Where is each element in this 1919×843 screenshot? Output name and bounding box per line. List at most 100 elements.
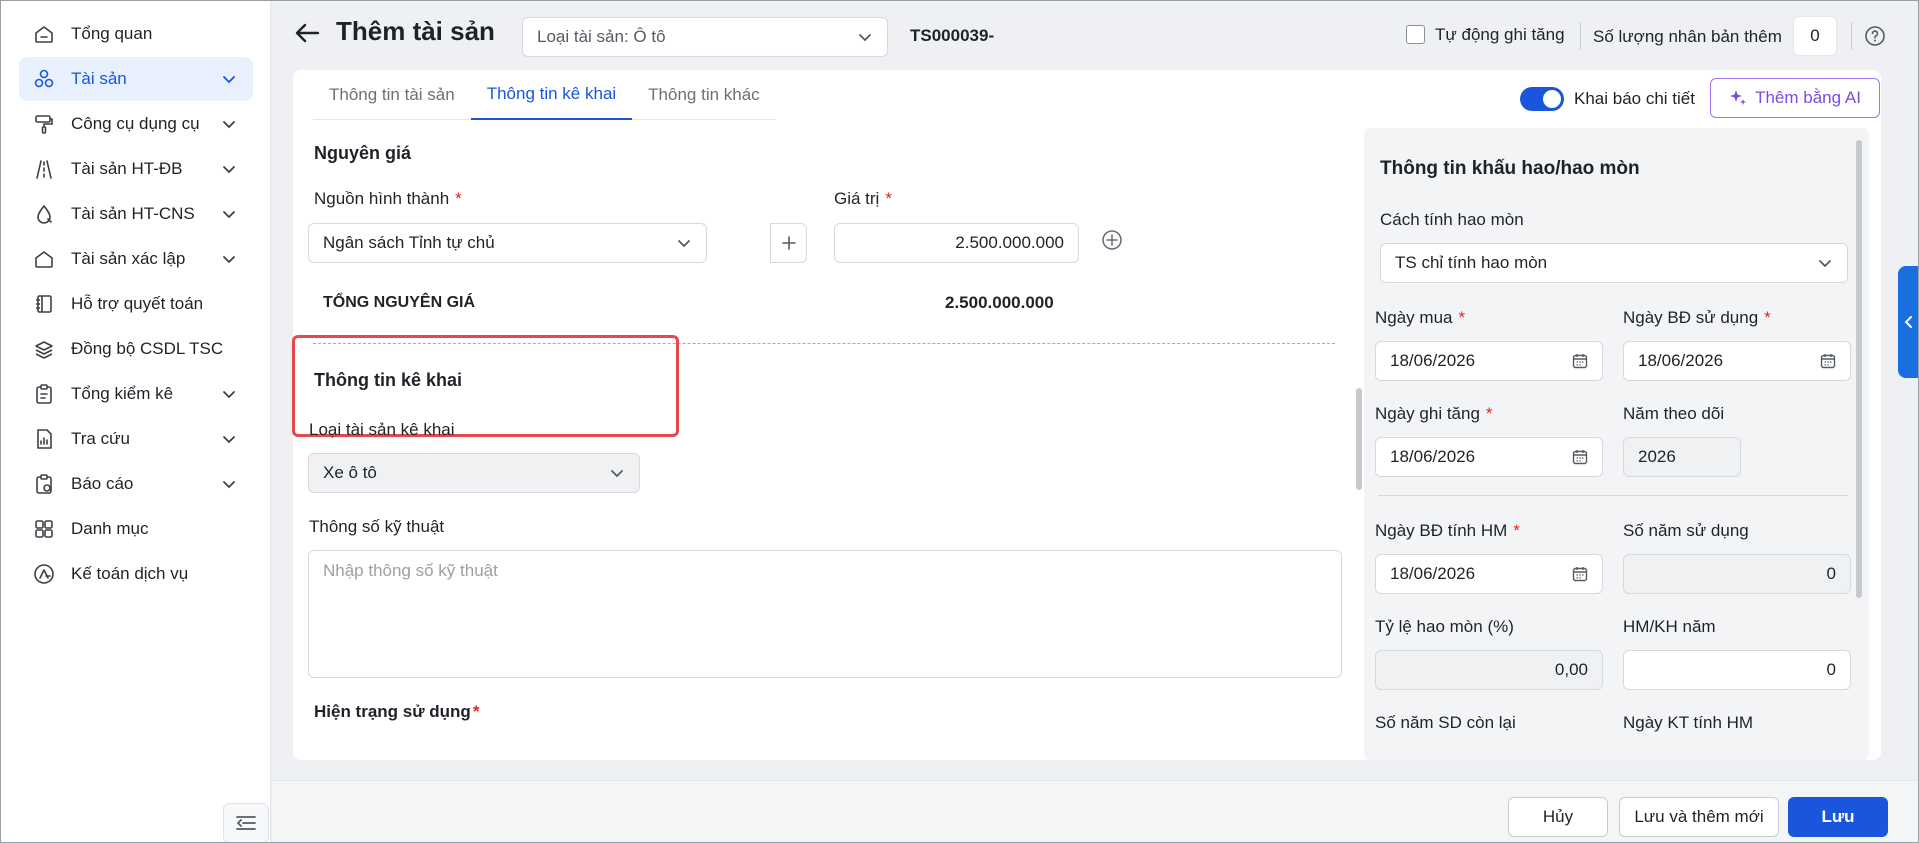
value-input[interactable]: 2.500.000.000 xyxy=(834,223,1079,263)
duplicate-count-input[interactable]: 0 xyxy=(1793,16,1837,56)
sidebar-item[interactable]: Báo cáo xyxy=(19,462,253,506)
collapse-icon xyxy=(236,816,256,830)
header-divider xyxy=(1580,22,1581,50)
rate-input: 0,00 xyxy=(1375,650,1603,690)
panel-divider xyxy=(1378,495,1848,496)
plus-icon xyxy=(781,236,796,250)
help-icon[interactable] xyxy=(1864,25,1886,47)
grid-icon xyxy=(35,520,53,538)
sidebar-item[interactable]: Danh mục xyxy=(19,507,253,551)
form-footer: Hủy Lưu và thêm mới Lưu xyxy=(272,780,1918,842)
home-icon xyxy=(35,26,53,43)
chevron-down-icon xyxy=(223,436,235,444)
tracking-year-input: 2026 xyxy=(1623,437,1741,477)
calendar-icon[interactable] xyxy=(1820,353,1836,369)
add-row-icon[interactable] xyxy=(1100,228,1124,252)
sidebar-item-label: Tài sản HT-ĐB xyxy=(71,159,183,178)
years-use-input: 0 xyxy=(1623,554,1851,594)
add-with-ai-label: Thêm bằng AI xyxy=(1755,88,1861,107)
sidebar-item[interactable]: Hỗ trợ quyết toán xyxy=(19,282,253,326)
tab-1[interactable]: Thông tin kê khai xyxy=(470,70,633,120)
duplicate-count-label: Số lượng nhân bản thêm xyxy=(1593,27,1782,46)
sidebar-item[interactable]: Tổng kiểm kê xyxy=(19,372,253,416)
detail-toggle[interactable] xyxy=(1520,87,1564,111)
sidebar-item[interactable]: Tài sản HT-ĐB xyxy=(19,147,253,191)
form-scrollbar[interactable] xyxy=(1356,388,1362,490)
add-source-button[interactable] xyxy=(669,224,707,262)
source-value: Ngân sách Tỉnh tự chủ xyxy=(323,233,495,252)
purchase-date-input[interactable]: 18/06/2026 xyxy=(1375,341,1603,381)
tracking-year-label: Năm theo dõi xyxy=(1623,404,1725,423)
add-with-ai-button[interactable]: Thêm bằng AI xyxy=(1710,78,1880,118)
accounting-service-icon xyxy=(34,564,54,584)
method-select[interactable]: TS chỉ tính hao mòn xyxy=(1380,243,1848,283)
tab-0[interactable]: Thông tin tài sản xyxy=(313,70,471,120)
depreciation-title: Thông tin khấu hao/hao mòn xyxy=(1380,158,1640,179)
tab-2[interactable]: Thông tin khác xyxy=(632,70,776,120)
sparkle-icon xyxy=(1730,90,1747,105)
save-and-new-button[interactable]: Lưu và thêm mới xyxy=(1619,797,1779,837)
annual-input[interactable]: 0 xyxy=(1623,650,1851,690)
sidebar-item[interactable]: Tổng quan xyxy=(19,12,253,56)
annual-label: HM/KH năm xyxy=(1623,617,1716,636)
sidebar-item-label: Kế toán dịch vụ xyxy=(71,564,189,583)
asset-code: TS000039- xyxy=(910,26,995,45)
auto-increase-checkbox[interactable] xyxy=(1406,25,1425,44)
calendar-icon[interactable] xyxy=(1572,353,1588,369)
sidebar-item-label: Báo cáo xyxy=(71,474,134,493)
sidebar-item[interactable]: Tài sản xyxy=(19,57,253,101)
chevron-down-icon xyxy=(223,481,235,489)
declared-type-select[interactable]: Xe ô tô xyxy=(308,453,640,493)
chevron-down-icon xyxy=(611,470,623,478)
road-icon xyxy=(36,160,52,179)
record-date-input[interactable]: 18/06/2026 xyxy=(1375,437,1603,477)
side-panel-toggle[interactable] xyxy=(1898,266,1919,378)
report-icon xyxy=(36,474,52,494)
sidebar-item[interactable]: Công cụ dụng cụ xyxy=(19,102,253,146)
collapse-sidebar-button[interactable] xyxy=(223,803,269,843)
total-cost-label: TỔNG NGUYÊN GIÁ xyxy=(323,294,476,311)
asset-type-select[interactable]: Loại tài sản: Ô tô xyxy=(522,17,888,57)
cancel-button[interactable]: Hủy xyxy=(1508,797,1608,837)
sidebar-item-label: Danh mục xyxy=(71,519,149,538)
sidebar-item[interactable]: Đồng bộ CSDL TSC xyxy=(19,327,253,371)
sidebar-item[interactable]: Tra cứu xyxy=(19,417,253,461)
document-chart-icon xyxy=(37,429,52,449)
sidebar-item[interactable]: Kế toán dịch vụ xyxy=(19,552,253,596)
record-date-value: 18/06/2026 xyxy=(1390,447,1476,466)
back-button[interactable] xyxy=(292,18,322,48)
arrow-left-icon xyxy=(295,23,320,43)
specs-textarea[interactable]: Nhập thông số kỹ thuật xyxy=(308,550,1342,678)
paint-roller-icon xyxy=(35,115,53,134)
header-divider xyxy=(1851,22,1852,50)
layers-sync-icon xyxy=(35,341,53,359)
assets-icon xyxy=(34,69,54,88)
total-cost-value: 2.500.000.000 xyxy=(945,293,1054,312)
ledger-icon xyxy=(36,295,52,313)
dep-start-date-input[interactable]: 18/06/2026 xyxy=(1375,554,1603,594)
chevron-down-icon xyxy=(223,211,235,219)
chevron-left-icon xyxy=(1904,316,1912,328)
detail-toggle-label: Khai báo chi tiết xyxy=(1574,89,1695,108)
source-select[interactable]: Ngân sách Tỉnh tự chủ xyxy=(308,223,707,263)
auto-increase-label: Tự động ghi tăng xyxy=(1435,25,1565,44)
add-source-button[interactable] xyxy=(770,223,807,263)
start-use-date-input[interactable]: 18/06/2026 xyxy=(1623,341,1851,381)
dep-start-date-value: 18/06/2026 xyxy=(1390,564,1476,583)
chevron-down-icon xyxy=(223,391,235,399)
sidebar-item-label: Tổng kiểm kê xyxy=(71,384,174,403)
purchase-date-value: 18/06/2026 xyxy=(1390,351,1476,370)
sidebar: Tổng quan Tài sản Công cụ dụng cụ Tài sản H… xyxy=(1,1,271,843)
panel-scrollbar[interactable] xyxy=(1856,140,1862,598)
sidebar-item-label: Tra cứu xyxy=(71,429,130,448)
calendar-icon[interactable] xyxy=(1572,449,1588,465)
page-title: Thêm tài sản xyxy=(336,16,495,46)
asset-type-value: Loại tài sản: Ô tô xyxy=(537,27,666,46)
method-label: Cách tính hao mòn xyxy=(1380,210,1524,229)
depreciation-panel: Thông tin khấu hao/hao mòn Cách tính hao… xyxy=(1364,128,1869,760)
calendar-icon[interactable] xyxy=(1572,566,1588,582)
sidebar-item[interactable]: Tài sản xác lập xyxy=(19,237,253,281)
start-use-date-value: 18/06/2026 xyxy=(1638,351,1724,370)
sidebar-item[interactable]: Tài sản HT-CNS xyxy=(19,192,253,236)
save-button[interactable]: Lưu xyxy=(1788,797,1888,837)
